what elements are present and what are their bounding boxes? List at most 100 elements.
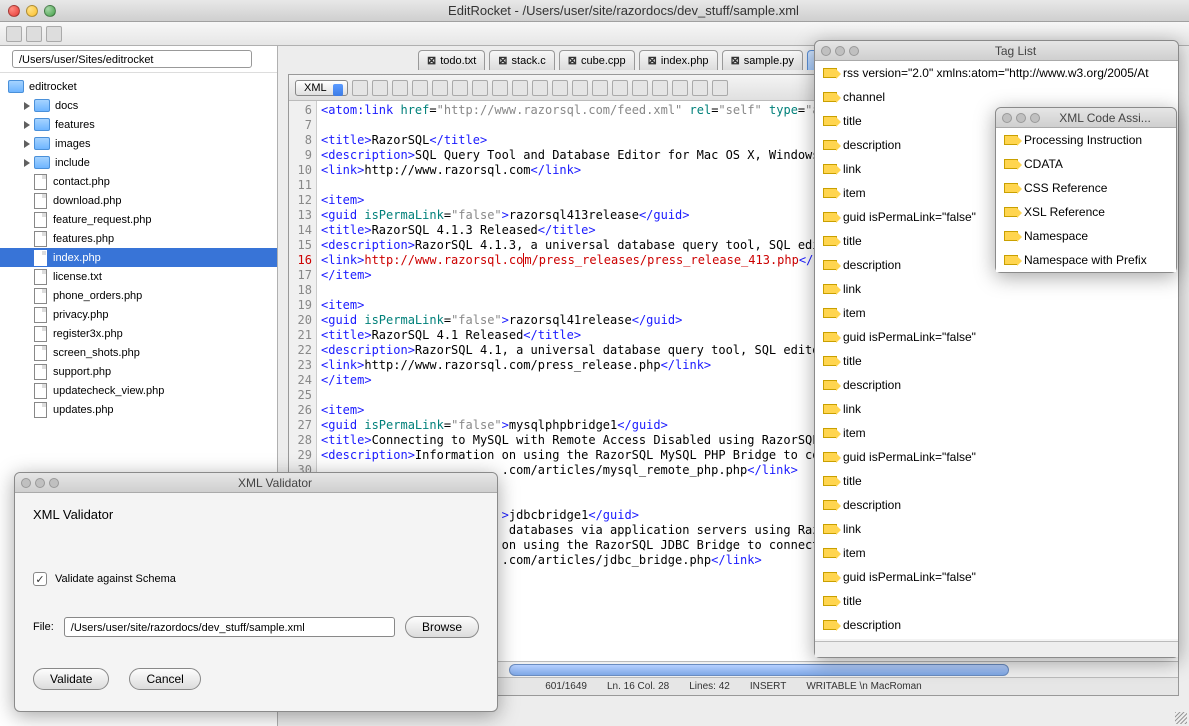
panel-min-button[interactable] <box>1016 113 1026 123</box>
file-path-input[interactable]: /Users/user/site/razordocs/dev_stuff/sam… <box>64 617 395 637</box>
editor-tool-icon[interactable] <box>492 80 508 96</box>
code-assist-item[interactable]: CSS Reference <box>996 176 1176 200</box>
editor-tool-icon[interactable] <box>352 80 368 96</box>
close-tab-icon[interactable]: ⊠ <box>731 54 740 67</box>
disclosure-icon[interactable] <box>24 121 30 129</box>
tag-list-item[interactable]: link <box>815 517 1178 541</box>
editor-tool-icon[interactable] <box>372 80 388 96</box>
minimize-window-button[interactable] <box>26 5 38 17</box>
tag-list-item[interactable]: title <box>815 589 1178 613</box>
editor-tool-icon[interactable] <box>672 80 688 96</box>
panel-zoom-button[interactable] <box>849 46 859 56</box>
editor-tool-icon[interactable] <box>412 80 428 96</box>
tree-file[interactable]: register3x.php <box>0 324 277 343</box>
tree-folder[interactable]: docs <box>0 96 277 115</box>
tag-list-item[interactable]: title <box>815 469 1178 493</box>
tag-list-item[interactable]: item <box>815 421 1178 445</box>
disclosure-icon[interactable] <box>24 159 30 167</box>
editor-tab[interactable]: ⊠index.php <box>639 50 718 70</box>
close-tab-icon[interactable]: ⊠ <box>568 54 577 67</box>
tag-list-item[interactable]: link <box>815 277 1178 301</box>
tree-root[interactable]: editrocket <box>0 77 277 96</box>
panel-zoom-button[interactable] <box>1030 113 1040 123</box>
panel-zoom-button[interactable] <box>49 478 59 488</box>
code-assist-item[interactable]: Namespace <box>996 224 1176 248</box>
language-select[interactable]: XML <box>295 80 348 96</box>
tag-icon <box>1004 159 1018 169</box>
tag-list-item[interactable]: link <box>815 397 1178 421</box>
resize-grip[interactable] <box>1175 712 1187 724</box>
editor-tab[interactable]: ⊠sample.py <box>722 50 803 70</box>
tree-file[interactable]: feature_request.php <box>0 210 277 229</box>
tag-list-item[interactable]: item <box>815 301 1178 325</box>
tag-list-item[interactable]: description <box>815 493 1178 517</box>
editor-tool-icon[interactable] <box>452 80 468 96</box>
editor-tool-icon[interactable] <box>632 80 648 96</box>
tag-list-item[interactable]: guid isPermaLink="false" <box>815 445 1178 469</box>
disclosure-icon[interactable] <box>24 102 30 110</box>
tree-file[interactable]: download.php <box>0 191 277 210</box>
validate-schema-label: Validate against Schema <box>55 573 176 585</box>
editor-tool-icon[interactable] <box>692 80 708 96</box>
tag-list-item[interactable]: title <box>815 349 1178 373</box>
editor-tab[interactable]: ⊠todo.txt <box>418 50 485 70</box>
tag-list-item[interactable]: rss version="2.0" xmlns:atom="http://www… <box>815 61 1178 85</box>
validate-schema-checkbox[interactable]: ✓ <box>33 572 47 586</box>
tree-file[interactable]: index.php <box>0 248 277 267</box>
tree-folder[interactable]: images <box>0 134 277 153</box>
editor-tool-icon[interactable] <box>512 80 528 96</box>
tree-file[interactable]: features.php <box>0 229 277 248</box>
tree-file[interactable]: privacy.php <box>0 305 277 324</box>
editor-tool-icon[interactable] <box>552 80 568 96</box>
tree-folder[interactable]: features <box>0 115 277 134</box>
tree-file[interactable]: updates.php <box>0 400 277 419</box>
editor-tool-icon[interactable] <box>472 80 488 96</box>
tree-file[interactable]: phone_orders.php <box>0 286 277 305</box>
validate-button[interactable]: Validate <box>33 668 109 690</box>
tag-list-item[interactable]: guid isPermaLink="false" <box>815 325 1178 349</box>
editor-tab[interactable]: ⊠stack.c <box>489 50 554 70</box>
tag-list-item[interactable]: item <box>815 541 1178 565</box>
tree-file[interactable]: support.php <box>0 362 277 381</box>
disclosure-icon[interactable] <box>24 140 30 148</box>
toolbar-button[interactable] <box>26 26 42 42</box>
tree-file[interactable]: updatecheck_view.php <box>0 381 277 400</box>
toolbar-button[interactable] <box>46 26 62 42</box>
code-assist-item[interactable]: XSL Reference <box>996 200 1176 224</box>
tag-list-item[interactable]: channel <box>815 85 1178 109</box>
editor-tab[interactable]: ⊠cube.cpp <box>559 50 635 70</box>
tree-file[interactable]: contact.php <box>0 172 277 191</box>
browse-button[interactable]: Browse <box>405 616 479 638</box>
editor-tool-icon[interactable] <box>712 80 728 96</box>
panel-hscrollbar[interactable] <box>815 641 1178 657</box>
editor-tool-icon[interactable] <box>532 80 548 96</box>
close-tab-icon[interactable]: ⊠ <box>498 54 507 67</box>
code-assist-item[interactable]: Namespace with Prefix <box>996 248 1176 272</box>
editor-tool-icon[interactable] <box>432 80 448 96</box>
cancel-button[interactable]: Cancel <box>129 668 200 690</box>
tree-folder[interactable]: include <box>0 153 277 172</box>
zoom-window-button[interactable] <box>44 5 56 17</box>
code-assist-item[interactable]: Processing Instruction <box>996 128 1176 152</box>
tree-file[interactable]: screen_shots.php <box>0 343 277 362</box>
editor-tool-icon[interactable] <box>612 80 628 96</box>
editor-tool-icon[interactable] <box>652 80 668 96</box>
panel-min-button[interactable] <box>35 478 45 488</box>
close-window-button[interactable] <box>8 5 20 17</box>
toolbar-button[interactable] <box>6 26 22 42</box>
tree-file[interactable]: license.txt <box>0 267 277 286</box>
path-input[interactable]: /Users/user/Sites/editrocket <box>12 50 252 68</box>
code-assist-item[interactable]: CDATA <box>996 152 1176 176</box>
close-tab-icon[interactable]: ⊠ <box>427 54 436 67</box>
editor-tool-icon[interactable] <box>572 80 588 96</box>
tag-list-item[interactable]: guid isPermaLink="false" <box>815 565 1178 589</box>
editor-tool-icon[interactable] <box>392 80 408 96</box>
panel-close-button[interactable] <box>1002 113 1012 123</box>
editor-tool-icon[interactable] <box>592 80 608 96</box>
tag-list-item[interactable]: description <box>815 373 1178 397</box>
panel-min-button[interactable] <box>835 46 845 56</box>
tag-list-item[interactable]: description <box>815 613 1178 637</box>
panel-close-button[interactable] <box>21 478 31 488</box>
panel-close-button[interactable] <box>821 46 831 56</box>
close-tab-icon[interactable]: ⊠ <box>648 54 657 67</box>
